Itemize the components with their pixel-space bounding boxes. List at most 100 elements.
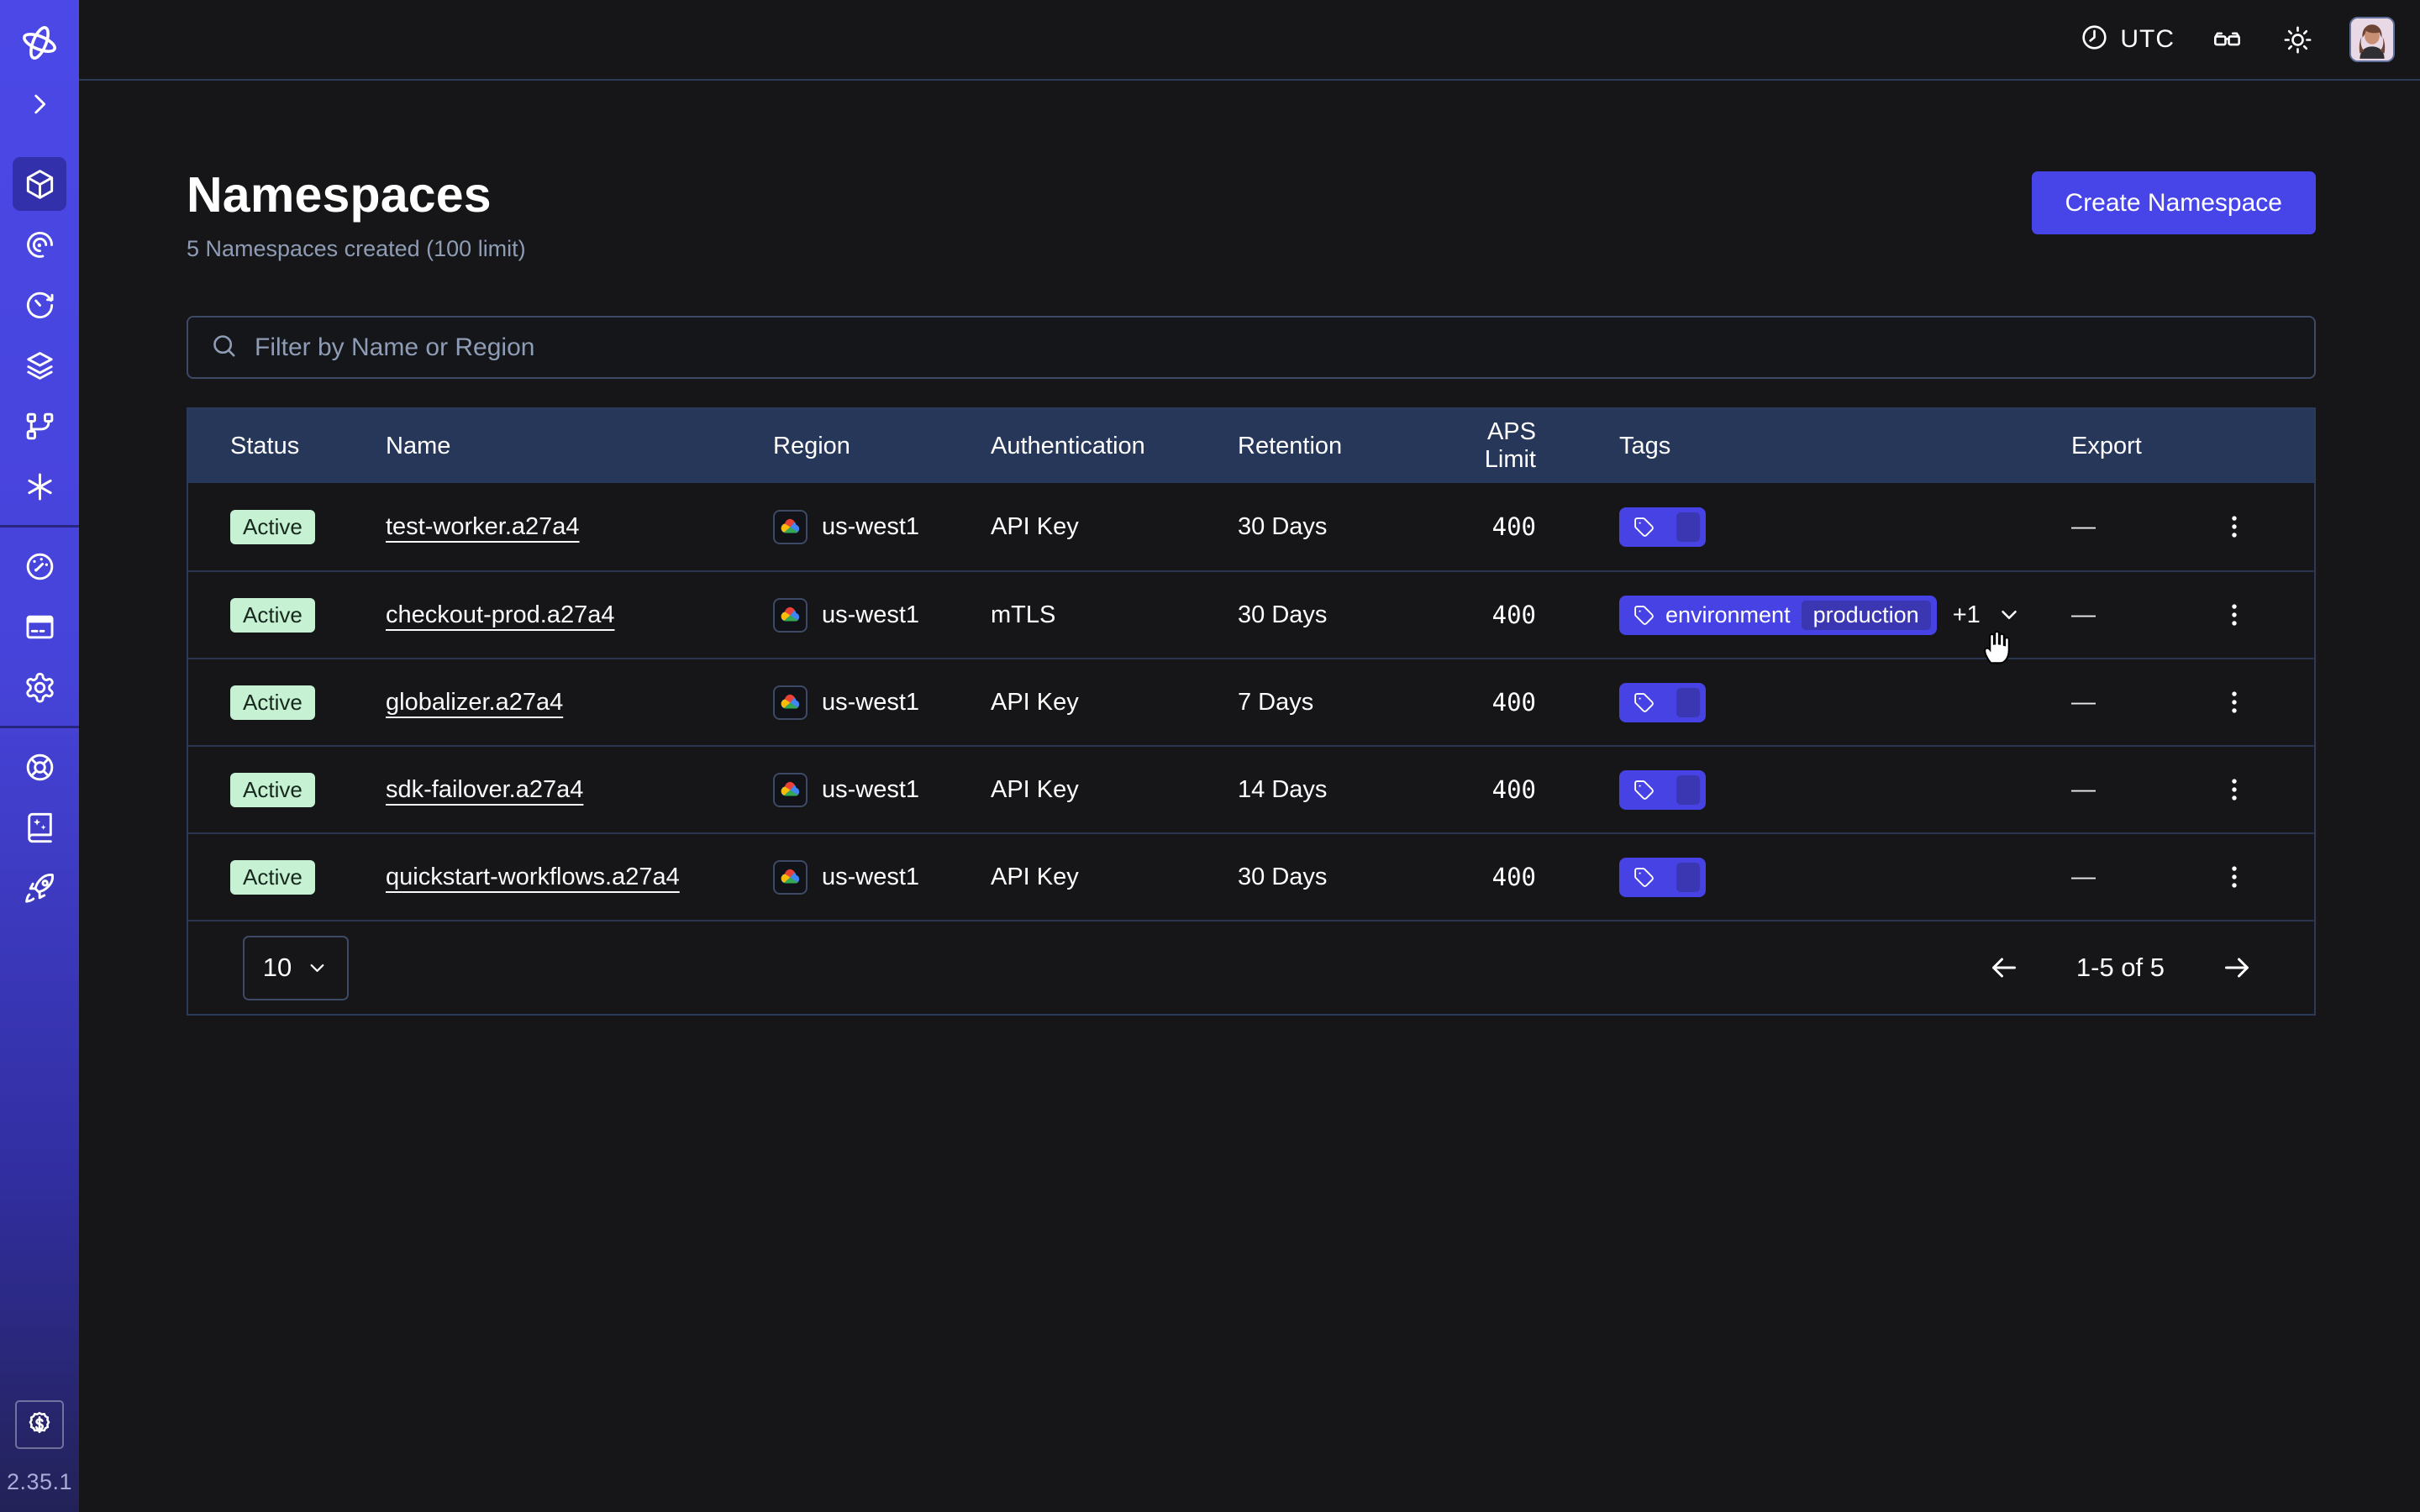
sidebar-group: [0, 536, 79, 717]
chevron-down-icon: [306, 957, 329, 979]
export-cell: —: [2071, 766, 2272, 813]
table-row[interactable]: Active test-worker.a27a4 us-west1 API Ke…: [188, 483, 2314, 570]
sidebar-item-settings[interactable]: [9, 657, 70, 717]
clock-icon: [2080, 23, 2109, 56]
timezone-selector[interactable]: UTC: [2080, 23, 2175, 56]
chevron-down-icon[interactable]: [1996, 602, 2022, 627]
tags-cell: environment production +1: [1536, 596, 2071, 635]
kebab-icon: [2220, 512, 2249, 541]
region-cell: us-west1: [773, 685, 991, 720]
name-cell: test-worker.a27a4: [386, 513, 773, 541]
row-menu-button[interactable]: [2215, 766, 2254, 813]
sidebar-item-getting-started[interactable]: [9, 858, 70, 918]
page-head: Namespaces 5 Namespaces created (100 lim…: [187, 166, 2316, 262]
pager-range: 1-5 of 5: [2076, 953, 2165, 983]
column-header-export: Export: [2071, 433, 2272, 460]
sidebar-item-nexus[interactable]: [9, 396, 70, 456]
dollar-badge-icon[interactable]: [15, 1400, 64, 1449]
status-cell: Active: [230, 598, 386, 633]
sidebar-item-batch-operations[interactable]: [9, 456, 70, 517]
table-row[interactable]: Active sdk-failover.a27a4 us-west1 API K…: [188, 745, 2314, 832]
temporal-logo-icon[interactable]: [17, 20, 62, 66]
column-header-aps-limit: APS Limit: [1431, 418, 1536, 474]
google-cloud-icon: [773, 773, 808, 807]
export-value: —: [2071, 864, 2096, 891]
table-row[interactable]: Active quickstart-workflows.a27a4 us-wes…: [188, 832, 2314, 920]
region-label: us-west1: [822, 776, 919, 804]
arrow-left-icon: [1987, 951, 2021, 984]
tags-cell: [1536, 858, 2071, 897]
table-row[interactable]: Active checkout-prod.a27a4 us-west1 mTLS: [188, 570, 2314, 658]
region-label: us-west1: [822, 513, 919, 541]
next-page-button[interactable]: [2217, 948, 2257, 988]
region-label: us-west1: [822, 864, 919, 891]
name-cell: sdk-failover.a27a4: [386, 776, 773, 804]
sidebar-item-schedules[interactable]: [9, 275, 70, 335]
tag-value: production: [1802, 601, 1931, 630]
export-value: —: [2071, 513, 2096, 541]
filter-input[interactable]: [255, 333, 2292, 362]
tag-chip[interactable]: environment production: [1619, 596, 1937, 635]
google-cloud-icon: [773, 598, 808, 633]
sidebar-item-usage[interactable]: [9, 536, 70, 596]
row-menu-button[interactable]: [2215, 503, 2254, 550]
retention-cell: 30 Days: [1238, 513, 1431, 541]
previous-page-button[interactable]: [1984, 948, 2024, 988]
branch-icon: [13, 399, 66, 453]
sidebar-item-docs[interactable]: [9, 797, 70, 858]
aps-limit-cell: 400: [1431, 512, 1536, 541]
sidebar-item-namespaces[interactable]: [9, 154, 70, 214]
page-size-select[interactable]: 10: [243, 936, 349, 1000]
tag-chip[interactable]: [1619, 683, 1706, 722]
sidebar-bottom: 2.35.1: [7, 1400, 72, 1512]
namespaces-table: Status Name Region Authentication Retent…: [187, 407, 2316, 1016]
asterisk-icon: [13, 459, 66, 513]
row-menu-button[interactable]: [2215, 853, 2254, 900]
tag-icon: [1634, 517, 1655, 538]
sidebar-item-workflows[interactable]: [9, 214, 70, 275]
region-label: us-west1: [822, 689, 919, 717]
sidebar: 2.35.1: [0, 0, 79, 1512]
row-menu-button[interactable]: [2215, 679, 2254, 726]
glasses-icon[interactable]: [2208, 21, 2245, 58]
export-cell: —: [2071, 591, 2272, 638]
status-badge: Active: [230, 598, 315, 633]
status-cell: Active: [230, 773, 386, 807]
sun-icon[interactable]: [2279, 21, 2316, 58]
sidebar-item-support[interactable]: [9, 737, 70, 797]
create-namespace-button[interactable]: Create Namespace: [2032, 171, 2316, 234]
tag-chip[interactable]: [1619, 507, 1706, 547]
table-footer: 10 1-5 of 5: [188, 920, 2314, 1014]
name-cell: quickstart-workflows.a27a4: [386, 864, 773, 891]
cube-icon: [13, 157, 66, 211]
namespace-link[interactable]: globalizer.a27a4: [386, 689, 563, 716]
avatar[interactable]: [2349, 17, 2395, 62]
region-cell: us-west1: [773, 598, 991, 633]
tags-cell: [1536, 507, 2071, 547]
sidebar-nav: [0, 123, 79, 918]
sidebar-collapse-button[interactable]: [21, 86, 58, 123]
table-row[interactable]: Active globalizer.a27a4 us-west1 API Key: [188, 658, 2314, 745]
tag-icon: [1634, 867, 1655, 888]
book-sparkle-icon: [13, 801, 66, 854]
namespace-link[interactable]: quickstart-workflows.a27a4: [386, 864, 680, 890]
row-menu-button[interactable]: [2215, 591, 2254, 638]
tag-value: [1676, 688, 1700, 717]
sidebar-item-deployments[interactable]: [9, 335, 70, 396]
page-subtitle: 5 Namespaces created (100 limit): [187, 236, 526, 262]
tag-chip[interactable]: [1619, 858, 1706, 897]
namespace-link[interactable]: checkout-prod.a27a4: [386, 601, 614, 628]
export-cell: —: [2071, 853, 2272, 900]
tags-more-count: +1: [1953, 601, 1981, 629]
namespace-link[interactable]: test-worker.a27a4: [386, 513, 580, 540]
export-value: —: [2071, 689, 2096, 717]
content: Namespaces 5 Namespaces created (100 lim…: [79, 81, 2420, 1016]
name-cell: checkout-prod.a27a4: [386, 601, 773, 629]
sidebar-item-billing[interactable]: [9, 596, 70, 657]
namespace-link[interactable]: sdk-failover.a27a4: [386, 776, 583, 803]
page-title: Namespaces: [187, 166, 526, 223]
column-header-name: Name: [386, 433, 773, 460]
tags-cell: [1536, 770, 2071, 810]
authentication-cell: API Key: [991, 513, 1238, 541]
tag-chip[interactable]: [1619, 770, 1706, 810]
